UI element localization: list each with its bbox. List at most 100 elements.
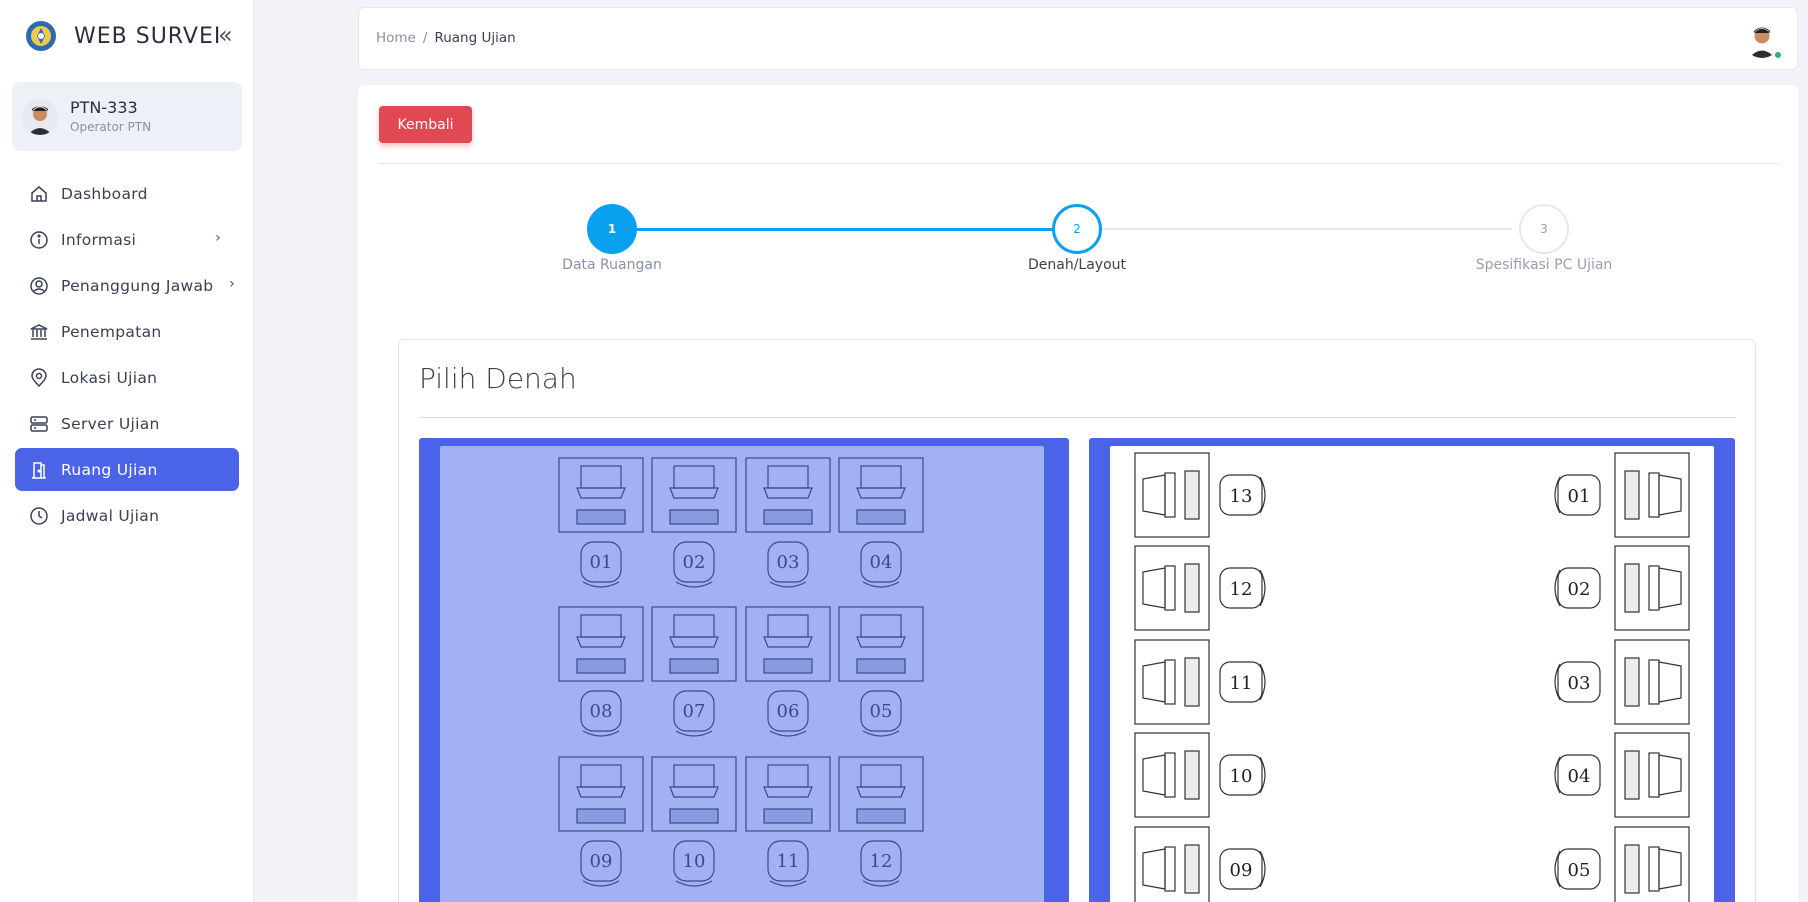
sidebar-item-informasi[interactable]: Informasi › <box>15 218 239 261</box>
seat-11: 11 <box>1134 639 1266 725</box>
seat-02: 02 <box>1554 545 1690 631</box>
monitor-icon <box>580 614 622 638</box>
table-surface <box>576 509 626 525</box>
step-2-circle[interactable]: 2 <box>1052 204 1102 254</box>
sidebar-item-penempatan[interactable]: Penempatan <box>15 310 239 353</box>
table-surface <box>1624 470 1640 520</box>
seat-number: 08 <box>590 701 613 722</box>
step-3-circle[interactable]: 3 <box>1519 204 1569 254</box>
seat-04: 04 <box>838 457 924 588</box>
table-surface <box>1184 844 1200 894</box>
keyboard-icon <box>669 636 719 648</box>
layout-option-sides[interactable]: 13 12 11 10 09 01 02 03 04 05 <box>1089 438 1735 902</box>
monitor-icon <box>1142 754 1166 796</box>
keyboard-icon <box>856 786 906 798</box>
keyboard-icon <box>1648 752 1660 798</box>
seat-02: 02 <box>651 457 737 588</box>
monitor-icon <box>860 764 902 788</box>
layout-option-grid[interactable]: 01 02 03 04 08 07 06 05 09 10 11 12 <box>419 438 1069 902</box>
table-surface <box>669 808 719 824</box>
keyboard-icon <box>669 487 719 499</box>
monitor-icon <box>1142 848 1166 890</box>
monitor-icon <box>673 764 715 788</box>
divider <box>419 417 1735 418</box>
sidebar-item-penanggung-jawab[interactable]: Penanggung Jawab › <box>15 264 239 307</box>
monitor-icon <box>1658 848 1682 890</box>
table-surface <box>576 808 626 824</box>
chair-back <box>769 880 807 887</box>
stepper-line-pending <box>1102 228 1512 230</box>
sidebar-item-server-ujian[interactable]: Server Ujian <box>15 402 239 445</box>
divider <box>379 163 1779 164</box>
sidebar-item-label: Ruang Ujian <box>61 460 158 479</box>
collapse-sidebar-icon[interactable]: « <box>218 22 233 48</box>
sidebar-item-dashboard[interactable]: Dashboard <box>15 172 239 215</box>
step-1-label: Data Ruangan <box>562 257 662 273</box>
sidebar-item-jadwal-ujian[interactable]: Jadwal Ujian <box>15 494 239 537</box>
seat-07: 07 <box>651 606 737 737</box>
monitor-icon <box>1142 474 1166 516</box>
sidebar: WEB SURVEI « PTN-333 Operator PTN Dashbo… <box>0 0 254 902</box>
table-surface <box>1624 844 1640 894</box>
keyboard-icon <box>669 786 719 798</box>
keyboard-icon <box>576 636 626 648</box>
seat-11: 11 <box>745 756 831 887</box>
monitor-icon <box>1142 567 1166 609</box>
breadcrumb-separator: / <box>422 30 428 46</box>
avatar <box>22 98 58 135</box>
seat-number: 11 <box>1230 673 1253 694</box>
back-button[interactable]: Kembali <box>379 106 472 143</box>
sidebar-item-label: Lokasi Ujian <box>61 368 158 387</box>
table-surface <box>669 509 719 525</box>
keyboard-icon <box>1648 846 1660 892</box>
seat-03: 03 <box>1554 639 1690 725</box>
chevron-right-icon: › <box>215 230 221 246</box>
seat-01: 01 <box>1554 452 1690 538</box>
bank-icon <box>30 323 48 340</box>
seat-number: 05 <box>870 701 893 722</box>
sidebar-item-ruang-ujian[interactable]: Ruang Ujian <box>15 448 239 491</box>
stepper-line-complete <box>612 228 1052 231</box>
seat-09: 09 <box>558 756 644 887</box>
step-3-number: 3 <box>1540 222 1548 236</box>
seat-05: 05 <box>1554 826 1690 902</box>
seat-12: 12 <box>838 756 924 887</box>
online-status-dot <box>1773 50 1783 60</box>
table-surface <box>576 658 626 674</box>
chair-back <box>675 880 713 887</box>
seat-number: 07 <box>683 701 706 722</box>
seat-09: 09 <box>1134 826 1266 902</box>
seat-number: 02 <box>683 552 706 573</box>
table-surface <box>1624 750 1640 800</box>
sidebar-item-label: Informasi <box>61 230 137 249</box>
sidebar-item-lokasi-ujian[interactable]: Lokasi Ujian <box>15 356 239 399</box>
keyboard-icon <box>856 636 906 648</box>
chair-back <box>769 581 807 588</box>
step-1-number: 1 <box>607 222 617 236</box>
app-title: WEB SURVEI <box>74 23 222 49</box>
step-1-circle[interactable]: 1 <box>587 204 637 254</box>
seat-number: 12 <box>1230 579 1253 600</box>
seat-10: 10 <box>1134 732 1266 818</box>
keyboard-icon <box>1164 846 1176 892</box>
tut-wuri-logo-icon <box>26 21 56 51</box>
keyboard-icon <box>856 487 906 499</box>
seat-10: 10 <box>651 756 737 887</box>
keyboard-icon <box>763 786 813 798</box>
info-icon <box>30 230 48 249</box>
seat-01: 01 <box>558 457 644 588</box>
table-surface <box>856 509 906 525</box>
server-icon <box>30 415 48 432</box>
breadcrumb-home-link[interactable]: Home <box>376 30 416 46</box>
seat-06: 06 <box>745 606 831 737</box>
chair-back <box>582 730 620 737</box>
keyboard-icon <box>1648 472 1660 518</box>
seat-05: 05 <box>838 606 924 737</box>
monitor-icon <box>580 764 622 788</box>
sidebar-item-label: Jadwal Ujian <box>61 506 160 525</box>
layout-picker-card: Pilih Denah 01 02 03 04 08 07 06 05 09 10 11 12 13 1… <box>398 339 1756 902</box>
seat-number: 04 <box>1568 766 1591 787</box>
user-card[interactable]: PTN-333 Operator PTN <box>12 82 242 151</box>
keyboard-icon <box>1164 659 1176 705</box>
seat-number: 05 <box>1568 860 1591 881</box>
